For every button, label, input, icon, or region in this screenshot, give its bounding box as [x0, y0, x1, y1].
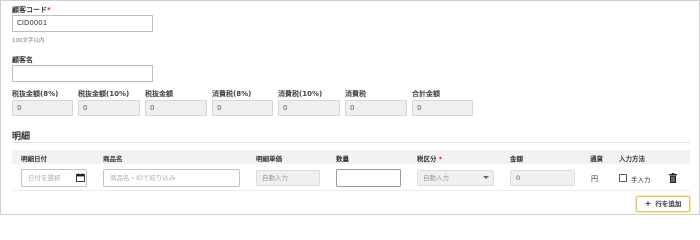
column-header-amount: 金額: [510, 155, 523, 163]
currency-label: 円: [591, 175, 598, 183]
plus-icon: +: [644, 199, 652, 208]
summary-value-total: 0: [412, 100, 473, 116]
manual-input-checkbox[interactable]: [619, 174, 627, 182]
amount-field: 0: [510, 170, 575, 186]
manual-input-label: 手入力: [631, 176, 651, 184]
unit-price-field: 自動入力: [256, 170, 320, 186]
summary-label-total: 合計金額: [412, 90, 440, 98]
product-filter-input[interactable]: 商品名・IDで絞り込み: [103, 169, 240, 187]
column-header-product: 商品名: [103, 155, 123, 163]
summary-value-subtotal: 0: [145, 100, 207, 116]
details-title: 明細: [12, 132, 31, 142]
summary-label-tax: 消費税: [345, 90, 366, 98]
column-header-input-method: 入力方法: [619, 155, 645, 163]
customer-code-label: 顧客コード*: [12, 6, 51, 14]
summary-label-subtotal-10: 税抜金額(10%): [78, 90, 130, 98]
summary-value-tax-10: 0: [278, 100, 340, 116]
calendar-icon[interactable]: [76, 173, 85, 182]
customer-code-input[interactable]: CID0001: [12, 15, 153, 32]
summary-label-subtotal-8: 税抜金額(8%): [12, 90, 59, 98]
summary-value-tax: 0: [345, 100, 407, 116]
column-header-quantity: 数量: [336, 155, 349, 163]
column-header-date: 明細日付: [21, 155, 47, 163]
add-row-button[interactable]: + 行を追加: [636, 196, 690, 212]
customer-name-label: 顧客名: [12, 56, 33, 64]
column-header-currency: 通貨: [590, 155, 603, 163]
details-divider: [12, 142, 690, 143]
column-header-unit-price: 明細単価: [256, 155, 282, 163]
customer-name-input[interactable]: [12, 65, 153, 82]
summary-value-subtotal-10: 0: [78, 100, 140, 116]
summary-label-tax-10: 消費税(10%): [278, 90, 323, 98]
column-header-tax-category: 税区分 *: [417, 155, 443, 163]
chevron-down-icon[interactable]: [483, 176, 489, 179]
summary-value-tax-8: 0: [212, 100, 273, 116]
summary-value-subtotal-8: 0: [12, 100, 73, 116]
add-row-label: 行を追加: [655, 200, 682, 208]
quantity-input[interactable]: [336, 169, 401, 187]
summary-label-subtotal: 税抜金額: [145, 90, 173, 98]
customer-code-hint: 100文字以内: [12, 38, 45, 44]
summary-label-tax-8: 消費税(8%): [212, 90, 252, 98]
trash-icon[interactable]: [669, 173, 677, 183]
